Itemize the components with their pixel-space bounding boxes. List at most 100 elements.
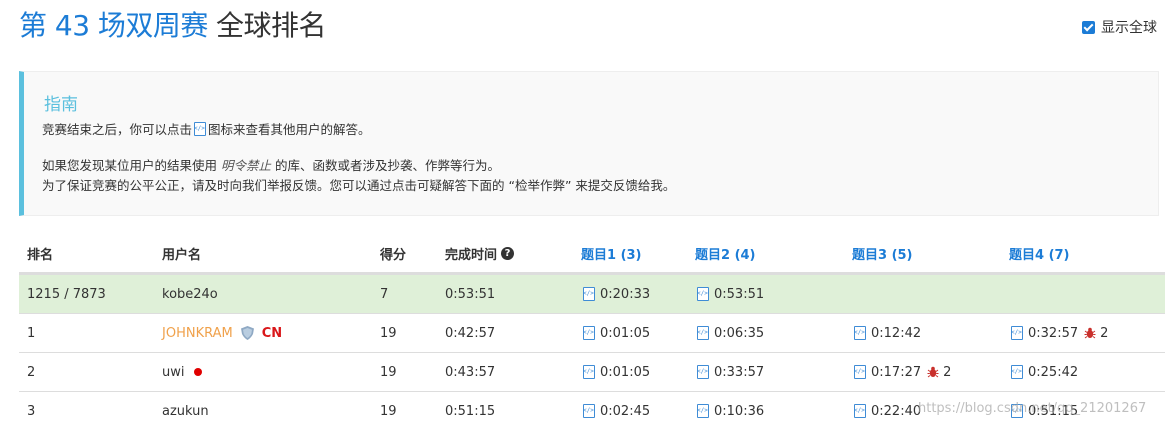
q1-time: 0:01:05 [600, 325, 651, 341]
ranking-title: 全球排名 [215, 9, 327, 42]
q2-submission[interactable]: 0:53:51 [695, 275, 764, 313]
guide-line-3: 为了保证竞赛的公平公正，请及时向我们举报反馈。您可以通过点击可疑解答下面的 “检… [42, 178, 676, 193]
code-icon[interactable] [1011, 404, 1023, 418]
q1-time: 0:01:05 [600, 364, 651, 380]
rank-cell: 2 [27, 364, 36, 380]
finish-time-cell: 0:53:51 [445, 286, 496, 302]
guardian-shield-icon [240, 326, 254, 340]
header-rank: 排名 [27, 248, 54, 263]
guide-line-1: 竞赛结束之后，你可以点击图标来查看其他用户的解答。 [42, 121, 371, 139]
rank-cell: 1215 / 7873 [27, 286, 106, 302]
q3-time: 0:17:27 [871, 364, 922, 380]
code-icon[interactable] [697, 365, 709, 379]
header-question-1[interactable]: 题目1 (3) [581, 235, 642, 272]
q2-submission[interactable]: 0:33:57 [695, 353, 764, 391]
username-link[interactable]: uwi [162, 365, 184, 380]
q2-time: 0:33:57 [714, 364, 765, 380]
show-global-checkbox[interactable] [1082, 20, 1095, 34]
username-cell: uwi [162, 353, 203, 391]
code-icon[interactable] [583, 326, 595, 340]
code-icon[interactable] [1011, 326, 1023, 340]
score-cell: 19 [380, 403, 397, 419]
q2-time: 0:53:51 [714, 286, 765, 302]
guide-line-2-end: 的库、函数或者涉及抄袭、作弊等行为。 [275, 158, 501, 173]
q2-submission[interactable]: 0:10:36 [695, 392, 764, 430]
header-finish-time: 完成时间? [445, 235, 515, 272]
table-row: 1 JOHNKRAM CN 19 0:42:57 0:01:05 0:06:35… [19, 313, 1165, 352]
bug-icon [1084, 327, 1096, 339]
rank-cell: 3 [27, 403, 36, 419]
header-question-4[interactable]: 题目4 (7) [1009, 235, 1070, 272]
q3-submission[interactable]: 0:12:42 [852, 314, 921, 352]
header-finish-time-label: 完成时间 [445, 248, 498, 263]
q4-submission[interactable]: 0:32:57 2 [1009, 314, 1108, 352]
page-header: 第 43 场双周赛 全球排名 显示全球 [0, 0, 1165, 60]
q4-submission[interactable]: 0:25:42 [1009, 353, 1078, 391]
q1-submission[interactable]: 0:01:05 [581, 314, 650, 352]
contest-name[interactable]: 第 43 场双周赛 [19, 9, 208, 42]
q4-submission[interactable]: 0:51:15 [1009, 392, 1078, 430]
code-icon[interactable] [697, 287, 709, 301]
username-cell: JOHNKRAM CN [162, 314, 282, 352]
guide-title: 指南 [44, 95, 78, 115]
region-badge: CN [261, 325, 283, 341]
table-row: 2 uwi 19 0:43:57 0:01:05 0:33:57 0:17:27… [19, 352, 1165, 391]
rank-cell: 1 [27, 325, 36, 341]
q1-time: 0:02:45 [600, 403, 651, 419]
finish-time-cell: 0:51:15 [445, 403, 496, 419]
page-title: 第 43 场双周赛 全球排名 [19, 6, 326, 46]
q1-submission[interactable]: 0:01:05 [581, 353, 650, 391]
table-row: 3 azukun 19 0:51:15 0:02:45 0:10:36 0:22… [19, 391, 1165, 430]
code-icon[interactable] [697, 326, 709, 340]
q3-time: 0:12:42 [871, 325, 922, 341]
code-icon[interactable] [697, 404, 709, 418]
code-icon[interactable] [854, 326, 866, 340]
guide-line-1-end: 图标来查看其他用户的解答。 [208, 122, 371, 137]
score-cell: 19 [380, 325, 397, 341]
q3-submission[interactable]: 0:22:40 [852, 392, 921, 430]
code-icon[interactable] [1011, 365, 1023, 379]
username-link[interactable]: kobe24o [162, 275, 218, 313]
forbidden-text: 明令禁止 [221, 158, 272, 173]
q1-submission[interactable]: 0:02:45 [581, 392, 650, 430]
q2-submission[interactable]: 0:06:35 [695, 314, 764, 352]
show-global-label: 显示全球 [1101, 20, 1157, 36]
q2-time: 0:10:36 [714, 403, 765, 419]
wrong-answer-count: 2 [1100, 325, 1109, 341]
guide-panel: 指南 竞赛结束之后，你可以点击图标来查看其他用户的解答。 如果您发现某位用户的结… [19, 71, 1159, 216]
q4-time: 0:32:57 [1028, 325, 1079, 341]
question-circle-icon[interactable]: ? [501, 247, 515, 260]
q3-time: 0:22:40 [871, 403, 922, 419]
wrong-answer-count: 2 [943, 364, 952, 380]
code-icon[interactable] [583, 365, 595, 379]
code-icon [194, 122, 207, 136]
bug-icon [927, 366, 939, 378]
code-icon[interactable] [854, 365, 866, 379]
header-question-2[interactable]: 题目2 (4) [695, 235, 756, 272]
q4-time: 0:51:15 [1028, 403, 1079, 419]
q3-submission[interactable]: 0:17:27 2 [852, 353, 951, 391]
score-cell: 19 [380, 364, 397, 380]
finish-time-cell: 0:43:57 [445, 364, 496, 380]
show-global-toggle[interactable]: 显示全球 [1082, 17, 1157, 37]
header-username: 用户名 [162, 248, 202, 263]
score-cell: 7 [380, 286, 389, 302]
code-icon[interactable] [583, 287, 595, 301]
username-link[interactable]: azukun [162, 392, 209, 430]
guide-line-1-start: 竞赛结束之后，你可以点击 [42, 122, 193, 137]
table-header-row: 排名 用户名 得分 完成时间? 题目1 (3) 题目2 (4) 题目3 (5) … [19, 235, 1165, 274]
finish-time-cell: 0:42:57 [445, 325, 496, 341]
code-icon[interactable] [583, 404, 595, 418]
status-dot [194, 368, 203, 376]
header-score: 得分 [380, 248, 407, 263]
code-icon[interactable] [854, 404, 866, 418]
table-row-current-user: 1215 / 7873 kobe24o 7 0:53:51 0:20:33 0:… [19, 274, 1165, 313]
q4-time: 0:25:42 [1028, 364, 1079, 380]
guide-line-2-start: 如果您发现某位用户的结果使用 [42, 158, 218, 173]
guide-line-2: 如果您发现某位用户的结果使用 明令禁止 的库、函数或者涉及抄袭、作弊等行为。 [42, 157, 500, 175]
q1-time: 0:20:33 [600, 286, 651, 302]
username-link[interactable]: JOHNKRAM [162, 326, 233, 341]
header-question-3[interactable]: 题目3 (5) [852, 235, 913, 272]
q1-submission[interactable]: 0:20:33 [581, 275, 650, 313]
q2-time: 0:06:35 [714, 325, 765, 341]
